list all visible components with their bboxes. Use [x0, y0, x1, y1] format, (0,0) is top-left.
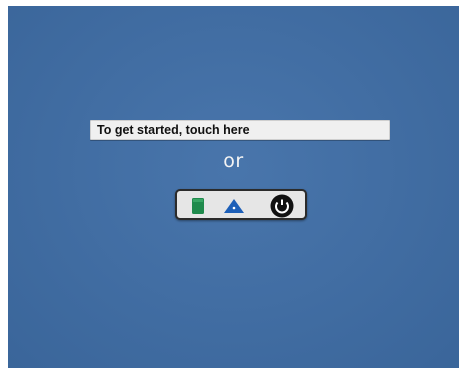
blue-button[interactable] — [222, 196, 244, 216]
green-button[interactable] — [187, 196, 209, 216]
green-square-icon — [192, 198, 204, 214]
blue-triangle-icon — [224, 199, 244, 213]
or-separator: or — [223, 150, 244, 172]
hardware-button-panel — [175, 189, 307, 220]
power-circle-icon — [270, 194, 294, 218]
power-button[interactable] — [269, 193, 295, 219]
screen-background: To get started, touch here or — [8, 6, 459, 368]
get-started-bar[interactable]: To get started, touch here — [90, 120, 390, 140]
